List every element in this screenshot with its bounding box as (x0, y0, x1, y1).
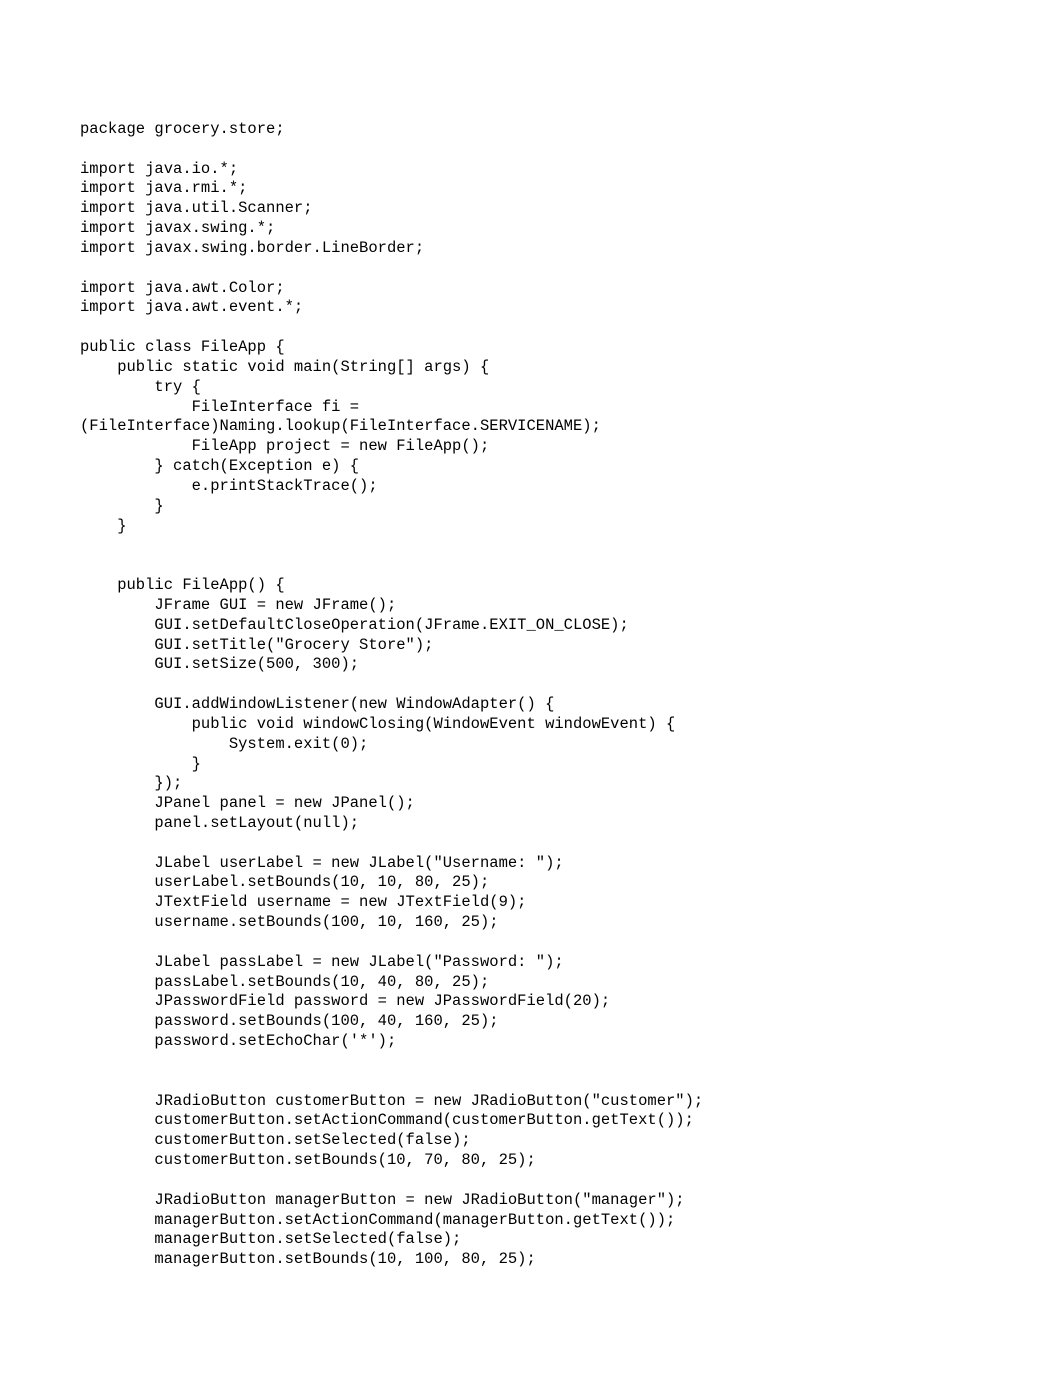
code-block: package grocery.store; import java.io.*;… (80, 120, 982, 1270)
document-page: package grocery.store; import java.io.*;… (0, 0, 1062, 1377)
